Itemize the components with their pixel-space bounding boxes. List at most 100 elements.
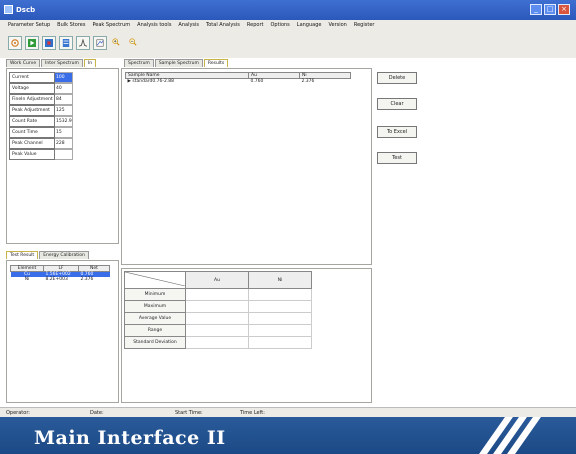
close-button[interactable]: × bbox=[558, 4, 570, 15]
statistics-header: Au Ni bbox=[124, 271, 312, 289]
peak-icon bbox=[79, 39, 87, 47]
column-header: Ni bbox=[248, 271, 312, 289]
title-bar: Dscb _ □ × bbox=[0, 0, 576, 20]
menu-item-analysis[interactable]: Analysis bbox=[178, 22, 199, 28]
menu-bar: Parameter Setup Bulk Stores Peak Spectru… bbox=[0, 20, 576, 30]
menu-item-total-analysis[interactable]: Total Analysis bbox=[206, 22, 240, 28]
sample-list-panel: Sample Name Au Ni ▶ standard0.76-2.88 0.… bbox=[121, 68, 372, 265]
column-header: Au bbox=[185, 271, 249, 289]
cell bbox=[248, 300, 312, 313]
menu-item-language[interactable]: Language bbox=[297, 22, 322, 28]
param-value[interactable]: 84 bbox=[55, 94, 73, 105]
table-row: Standard Deviation bbox=[124, 336, 312, 349]
cell bbox=[185, 336, 249, 349]
tab-results[interactable]: Results bbox=[203, 59, 229, 67]
param-row: Current 100 bbox=[9, 72, 73, 83]
menu-item-options[interactable]: Options bbox=[270, 22, 289, 28]
statistics-table: Au Ni Minimum Maximum Average Value Rang… bbox=[124, 271, 312, 349]
toolbar bbox=[0, 30, 576, 58]
zoom-in-button[interactable] bbox=[110, 36, 124, 50]
menu-item-parameter-setup[interactable]: Parameter Setup bbox=[8, 22, 50, 28]
menu-item-register[interactable]: Register bbox=[354, 22, 375, 28]
document-icon bbox=[62, 39, 70, 47]
tab-spectrum[interactable]: Spectrum bbox=[124, 59, 154, 67]
param-row: Count Time 15 bbox=[9, 127, 73, 138]
zoom-out-icon bbox=[129, 38, 137, 46]
tab-in[interactable]: In bbox=[83, 59, 97, 67]
menu-item-analysis-tools[interactable]: Analysis tools bbox=[137, 22, 171, 28]
tab-work-curve[interactable]: Work Curve bbox=[6, 59, 41, 67]
target-icon bbox=[11, 39, 19, 47]
tab-energy-calibration[interactable]: Energy Calibration bbox=[39, 251, 89, 259]
param-value[interactable]: 15 bbox=[55, 127, 73, 138]
row-label: Maximum bbox=[124, 300, 186, 313]
left-tab-strip: Work Curve Inter Spectrum In bbox=[6, 59, 97, 67]
param-label: FineIn Adjustment bbox=[9, 94, 55, 105]
param-value[interactable]: 228 bbox=[55, 138, 73, 149]
status-operator: Operator: bbox=[6, 410, 30, 416]
row-label: Range bbox=[124, 324, 186, 337]
row-label: Average Value bbox=[124, 312, 186, 325]
row-pointer-icon: ▶ bbox=[127, 79, 131, 84]
sample-tab-strip: Spectrum Sample Spectrum Results bbox=[124, 59, 229, 67]
cell: 8.2E+003 bbox=[45, 277, 68, 282]
start-tool-button[interactable] bbox=[25, 36, 39, 50]
param-label: Peak Channel bbox=[9, 138, 55, 149]
param-row: Count Rate 1532.9 bbox=[9, 116, 73, 127]
sample-name: standard0.76-2.88 bbox=[132, 79, 175, 84]
file-tool-button[interactable] bbox=[59, 36, 73, 50]
param-value[interactable]: 1532.9 bbox=[55, 116, 73, 127]
cell: ▶ standard0.76-2.88 bbox=[126, 79, 249, 84]
param-label: Current bbox=[9, 72, 55, 83]
param-value[interactable] bbox=[55, 149, 73, 160]
menu-item-version[interactable]: Version bbox=[328, 22, 346, 28]
element-result-panel: Element LF Net Cu 1.56E+002 0.760 Ni 8.2… bbox=[6, 260, 119, 403]
corner-cell bbox=[124, 271, 186, 289]
zoom-out-button[interactable] bbox=[127, 36, 141, 50]
row-label: Standard Deviation bbox=[124, 336, 186, 349]
table-row[interactable]: Ni 8.2E+003 2.376 bbox=[11, 277, 110, 282]
table-row[interactable]: ▶ standard0.76-2.88 0.760 2.376 bbox=[126, 79, 351, 84]
menu-item-bulk-stores[interactable]: Bulk Stores bbox=[57, 22, 85, 28]
window-title: Dscb bbox=[16, 6, 36, 14]
target-tool-button[interactable] bbox=[8, 36, 22, 50]
tab-test-result[interactable]: Test Result bbox=[6, 251, 39, 259]
menu-item-report[interactable]: Report bbox=[247, 22, 264, 28]
test-button[interactable]: Test bbox=[377, 152, 417, 164]
chart-tool-button[interactable] bbox=[93, 36, 107, 50]
cell bbox=[248, 336, 312, 349]
param-label: Peak Adjustment bbox=[9, 105, 55, 116]
table-row: Minimum bbox=[124, 288, 312, 301]
status-start-time: Start Time: bbox=[175, 410, 203, 416]
minimize-button[interactable]: _ bbox=[530, 4, 542, 15]
sample-table: Sample Name Au Ni ▶ standard0.76-2.88 0.… bbox=[125, 72, 351, 84]
param-value[interactable]: 40 bbox=[55, 83, 73, 94]
element-table-header: Element LF Net bbox=[10, 265, 110, 272]
cell bbox=[185, 288, 249, 301]
table-row: Average Value bbox=[124, 312, 312, 325]
param-row: Peak Channel 228 bbox=[9, 138, 73, 149]
param-value[interactable]: 125 bbox=[55, 105, 73, 116]
maximize-button[interactable]: □ bbox=[544, 4, 556, 15]
param-value[interactable]: 100 bbox=[55, 72, 73, 83]
status-date: Date: bbox=[90, 410, 104, 416]
table-row: Range bbox=[124, 324, 312, 337]
to-excel-button[interactable]: To Excel bbox=[377, 126, 417, 138]
stop-tool-button[interactable] bbox=[42, 36, 56, 50]
tab-inter-spectrum[interactable]: Inter Spectrum bbox=[41, 59, 83, 67]
element-table: Element LF Net Cu 1.56E+002 0.760 Ni 8.2… bbox=[10, 265, 110, 282]
param-row: FineIn Adjustment 84 bbox=[9, 94, 73, 105]
status-time-left: Time Left: bbox=[240, 410, 265, 416]
param-row: Voltage 40 bbox=[9, 83, 73, 94]
cell bbox=[185, 300, 249, 313]
zoom-in-icon bbox=[112, 38, 120, 46]
diagonal-divider-icon bbox=[124, 271, 186, 287]
play-icon bbox=[28, 39, 36, 47]
tab-sample-spectrum[interactable]: Sample Spectrum bbox=[154, 59, 203, 67]
param-label: Voltage bbox=[9, 83, 55, 94]
clear-button[interactable]: Clear bbox=[377, 98, 417, 110]
delete-button[interactable]: Delete bbox=[377, 72, 417, 84]
spectrum-tool-button[interactable] bbox=[76, 36, 90, 50]
statistics-panel: Au Ni Minimum Maximum Average Value Rang… bbox=[121, 268, 372, 403]
menu-item-peak-spectrum[interactable]: Peak Spectrum bbox=[92, 22, 130, 28]
